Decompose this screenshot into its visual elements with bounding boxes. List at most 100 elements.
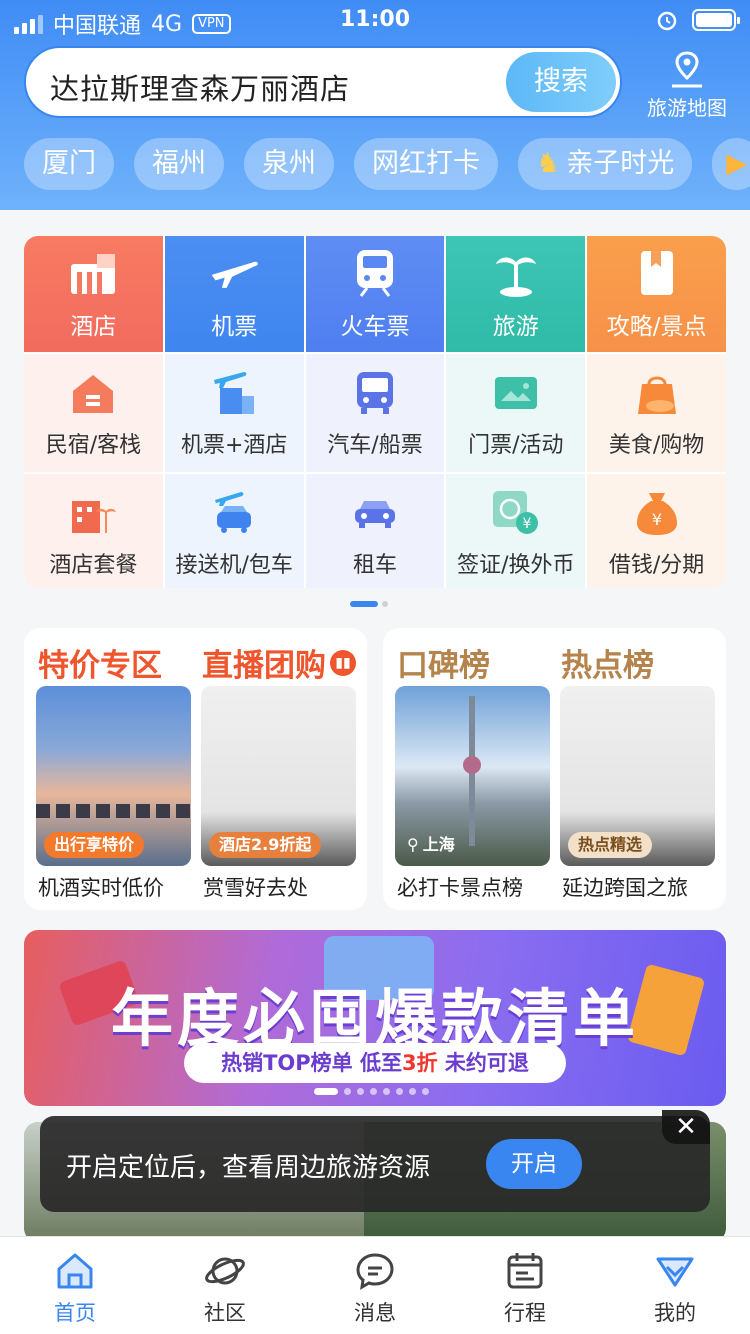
battery-icon	[692, 9, 740, 31]
live-group-title[interactable]: 直播团购 ▮▮	[202, 640, 356, 685]
svg-text:¥: ¥	[522, 516, 531, 532]
tab-label: 行程	[504, 1301, 546, 1325]
chip-family[interactable]: ♞ 亲子时光	[518, 138, 693, 190]
grid-train[interactable]: 火车票	[305, 236, 445, 352]
deal-tile-2[interactable]: 酒店2.9折起	[201, 686, 356, 866]
ticket-icon	[490, 367, 542, 419]
car-icon	[349, 487, 401, 539]
guide-icon	[631, 247, 683, 299]
grid-label: 门票/活动	[468, 433, 564, 458]
search-input[interactable]: 达拉斯理查森万丽酒店	[50, 66, 350, 108]
service-grid: 酒店 机票 火车票 旅游 攻略/景点 民宿/客栈 机票+酒店 汽车/船票 门票/…	[24, 236, 726, 588]
grid-guide[interactable]: 攻略/景点	[587, 236, 726, 352]
rank-tag-1: ⚲ 上海	[403, 832, 459, 858]
house-icon	[67, 367, 119, 419]
grid-label: 美食/购物	[608, 433, 705, 458]
grid-homestay[interactable]: 民宿/客栈	[24, 354, 163, 472]
grid-transfer[interactable]: 接送机/包车	[164, 474, 304, 588]
palm-icon	[490, 247, 542, 299]
search-bar[interactable]: 达拉斯理查森万丽酒店 搜索	[24, 46, 622, 118]
grid-food-shopping[interactable]: 美食/购物	[587, 354, 726, 472]
visa-icon: ¥	[490, 487, 542, 539]
tab-itinerary[interactable]: 行程	[450, 1237, 600, 1334]
search-button[interactable]: 搜索	[506, 52, 616, 112]
live-group-label: 直播团购	[202, 648, 326, 684]
grid-label: 酒店套餐	[49, 553, 138, 578]
grid-flight[interactable]: 机票	[164, 236, 304, 352]
message-icon	[356, 1253, 394, 1290]
tab-label: 社区	[204, 1301, 246, 1325]
deal-caption-2: 赏雪好去处	[203, 876, 308, 900]
chip-quanzhou[interactable]: 泉州	[244, 138, 334, 190]
chip-trending[interactable]: 网红打卡	[354, 138, 498, 190]
close-icon[interactable]: ✕	[662, 1110, 710, 1144]
plane-icon	[208, 247, 260, 299]
chip-family-label: 亲子时光	[566, 148, 675, 179]
chip-video[interactable]: ▶	[712, 138, 750, 190]
tab-messages[interactable]: 消息	[300, 1237, 450, 1334]
grid-page-indicator	[350, 601, 388, 607]
header: 中国联通 4G VPN 11:00 达拉斯理查森万丽酒店 搜索 旅游地图 厦门 …	[0, 0, 750, 210]
reputation-title[interactable]: 口碑榜	[397, 640, 490, 685]
grid-hotel[interactable]: 酒店	[24, 236, 163, 352]
tab-community[interactable]: 社区	[150, 1237, 300, 1334]
chip-fuzhou[interactable]: 福州	[134, 138, 224, 190]
tab-home[interactable]: 首页	[0, 1237, 150, 1334]
grid-tickets[interactable]: 门票/活动	[446, 354, 586, 472]
grid-hotel-package[interactable]: 酒店套餐	[24, 474, 163, 588]
location-toast: 开启定位后，查看周边旅游资源 开启 ✕	[40, 1110, 710, 1212]
tab-label: 我的	[654, 1301, 696, 1325]
tab-label: 首页	[54, 1301, 96, 1325]
water-villas	[36, 804, 191, 818]
rank-tile-1[interactable]: ⚲ 上海	[395, 686, 550, 866]
grid-label: 借钱/分期	[608, 553, 705, 578]
grid-visa-exchange[interactable]: ¥ 签证/换外币	[446, 474, 586, 588]
chip-xiamen[interactable]: 厦门	[24, 138, 114, 190]
enable-location-button[interactable]: 开启	[486, 1139, 582, 1189]
grid-car-rental[interactable]: 租车	[305, 474, 445, 588]
tab-profile[interactable]: 我的	[600, 1237, 750, 1334]
banner-sub-highlight: 3折	[401, 1051, 438, 1075]
deal-tag-1: 出行享特价	[44, 832, 145, 858]
grid-bus-ship[interactable]: 汽车/船票	[305, 354, 445, 472]
main-content: 酒店 机票 火车票 旅游 攻略/景点 民宿/客栈 机票+酒店 汽车/船票 门票/…	[0, 210, 750, 1334]
svg-text:¥: ¥	[652, 510, 662, 529]
hot-title[interactable]: 热点榜	[561, 640, 654, 685]
grid-label: 机票+酒店	[180, 433, 288, 458]
travel-map-button[interactable]: 旅游地图	[632, 50, 742, 121]
home-icon	[57, 1253, 93, 1289]
shopping-icon	[631, 367, 683, 419]
hotel-icon	[67, 247, 119, 299]
grid-flight-hotel[interactable]: 机票+酒店	[164, 354, 304, 472]
rank-tag-1-label: 上海	[422, 835, 455, 854]
planet-icon	[205, 1257, 245, 1285]
location-pin-icon: ⚲	[407, 835, 419, 854]
deals-title[interactable]: 特价专区	[38, 640, 162, 685]
tab-label: 消息	[354, 1301, 396, 1325]
deal-tile-1[interactable]: 出行享特价	[36, 686, 191, 866]
deal-tag-2: 酒店2.9折起	[209, 832, 322, 858]
rank-tile-2[interactable]: 热点精选	[560, 686, 715, 866]
travel-map-label: 旅游地图	[647, 96, 727, 120]
promo-banner[interactable]: 年度必囤爆款清单 热销TOP榜单 低至3折 未约可退	[24, 930, 726, 1106]
plane-hotel-icon	[208, 367, 260, 419]
video-icon: ▶	[726, 148, 747, 179]
toast-message: 开启定位后，查看周边旅游资源	[66, 1153, 431, 1183]
grid-label: 签证/换外币	[457, 553, 575, 578]
transfer-icon	[208, 487, 260, 539]
deals-card: 特价专区 直播团购 ▮▮ 出行享特价 酒店2.9折起 机酒实时低价 赏雪好去处	[24, 628, 367, 910]
bus-icon	[349, 367, 401, 419]
calendar-icon	[507, 1253, 543, 1289]
banner-page-indicator	[314, 1088, 429, 1095]
rankings-card: 口碑榜 热点榜 ⚲ 上海 热点精选 必打卡景点榜 延边跨国之旅	[383, 628, 726, 910]
map-pin-icon	[672, 51, 702, 88]
banner-subtitle: 热销TOP榜单 低至3折 未约可退	[184, 1043, 566, 1083]
tab-bar: 首页 社区 消息 行程 我的	[0, 1236, 750, 1334]
rank-tag-2: 热点精选	[568, 832, 653, 858]
grid-loan[interactable]: ¥ 借钱/分期	[587, 474, 726, 588]
grid-travel[interactable]: 旅游	[446, 236, 586, 352]
status-bar: 中国联通 4G VPN 11:00	[0, 0, 750, 42]
grid-label: 火车票	[340, 314, 410, 340]
train-icon	[349, 247, 401, 299]
rank-caption-2: 延边跨国之旅	[562, 876, 688, 900]
